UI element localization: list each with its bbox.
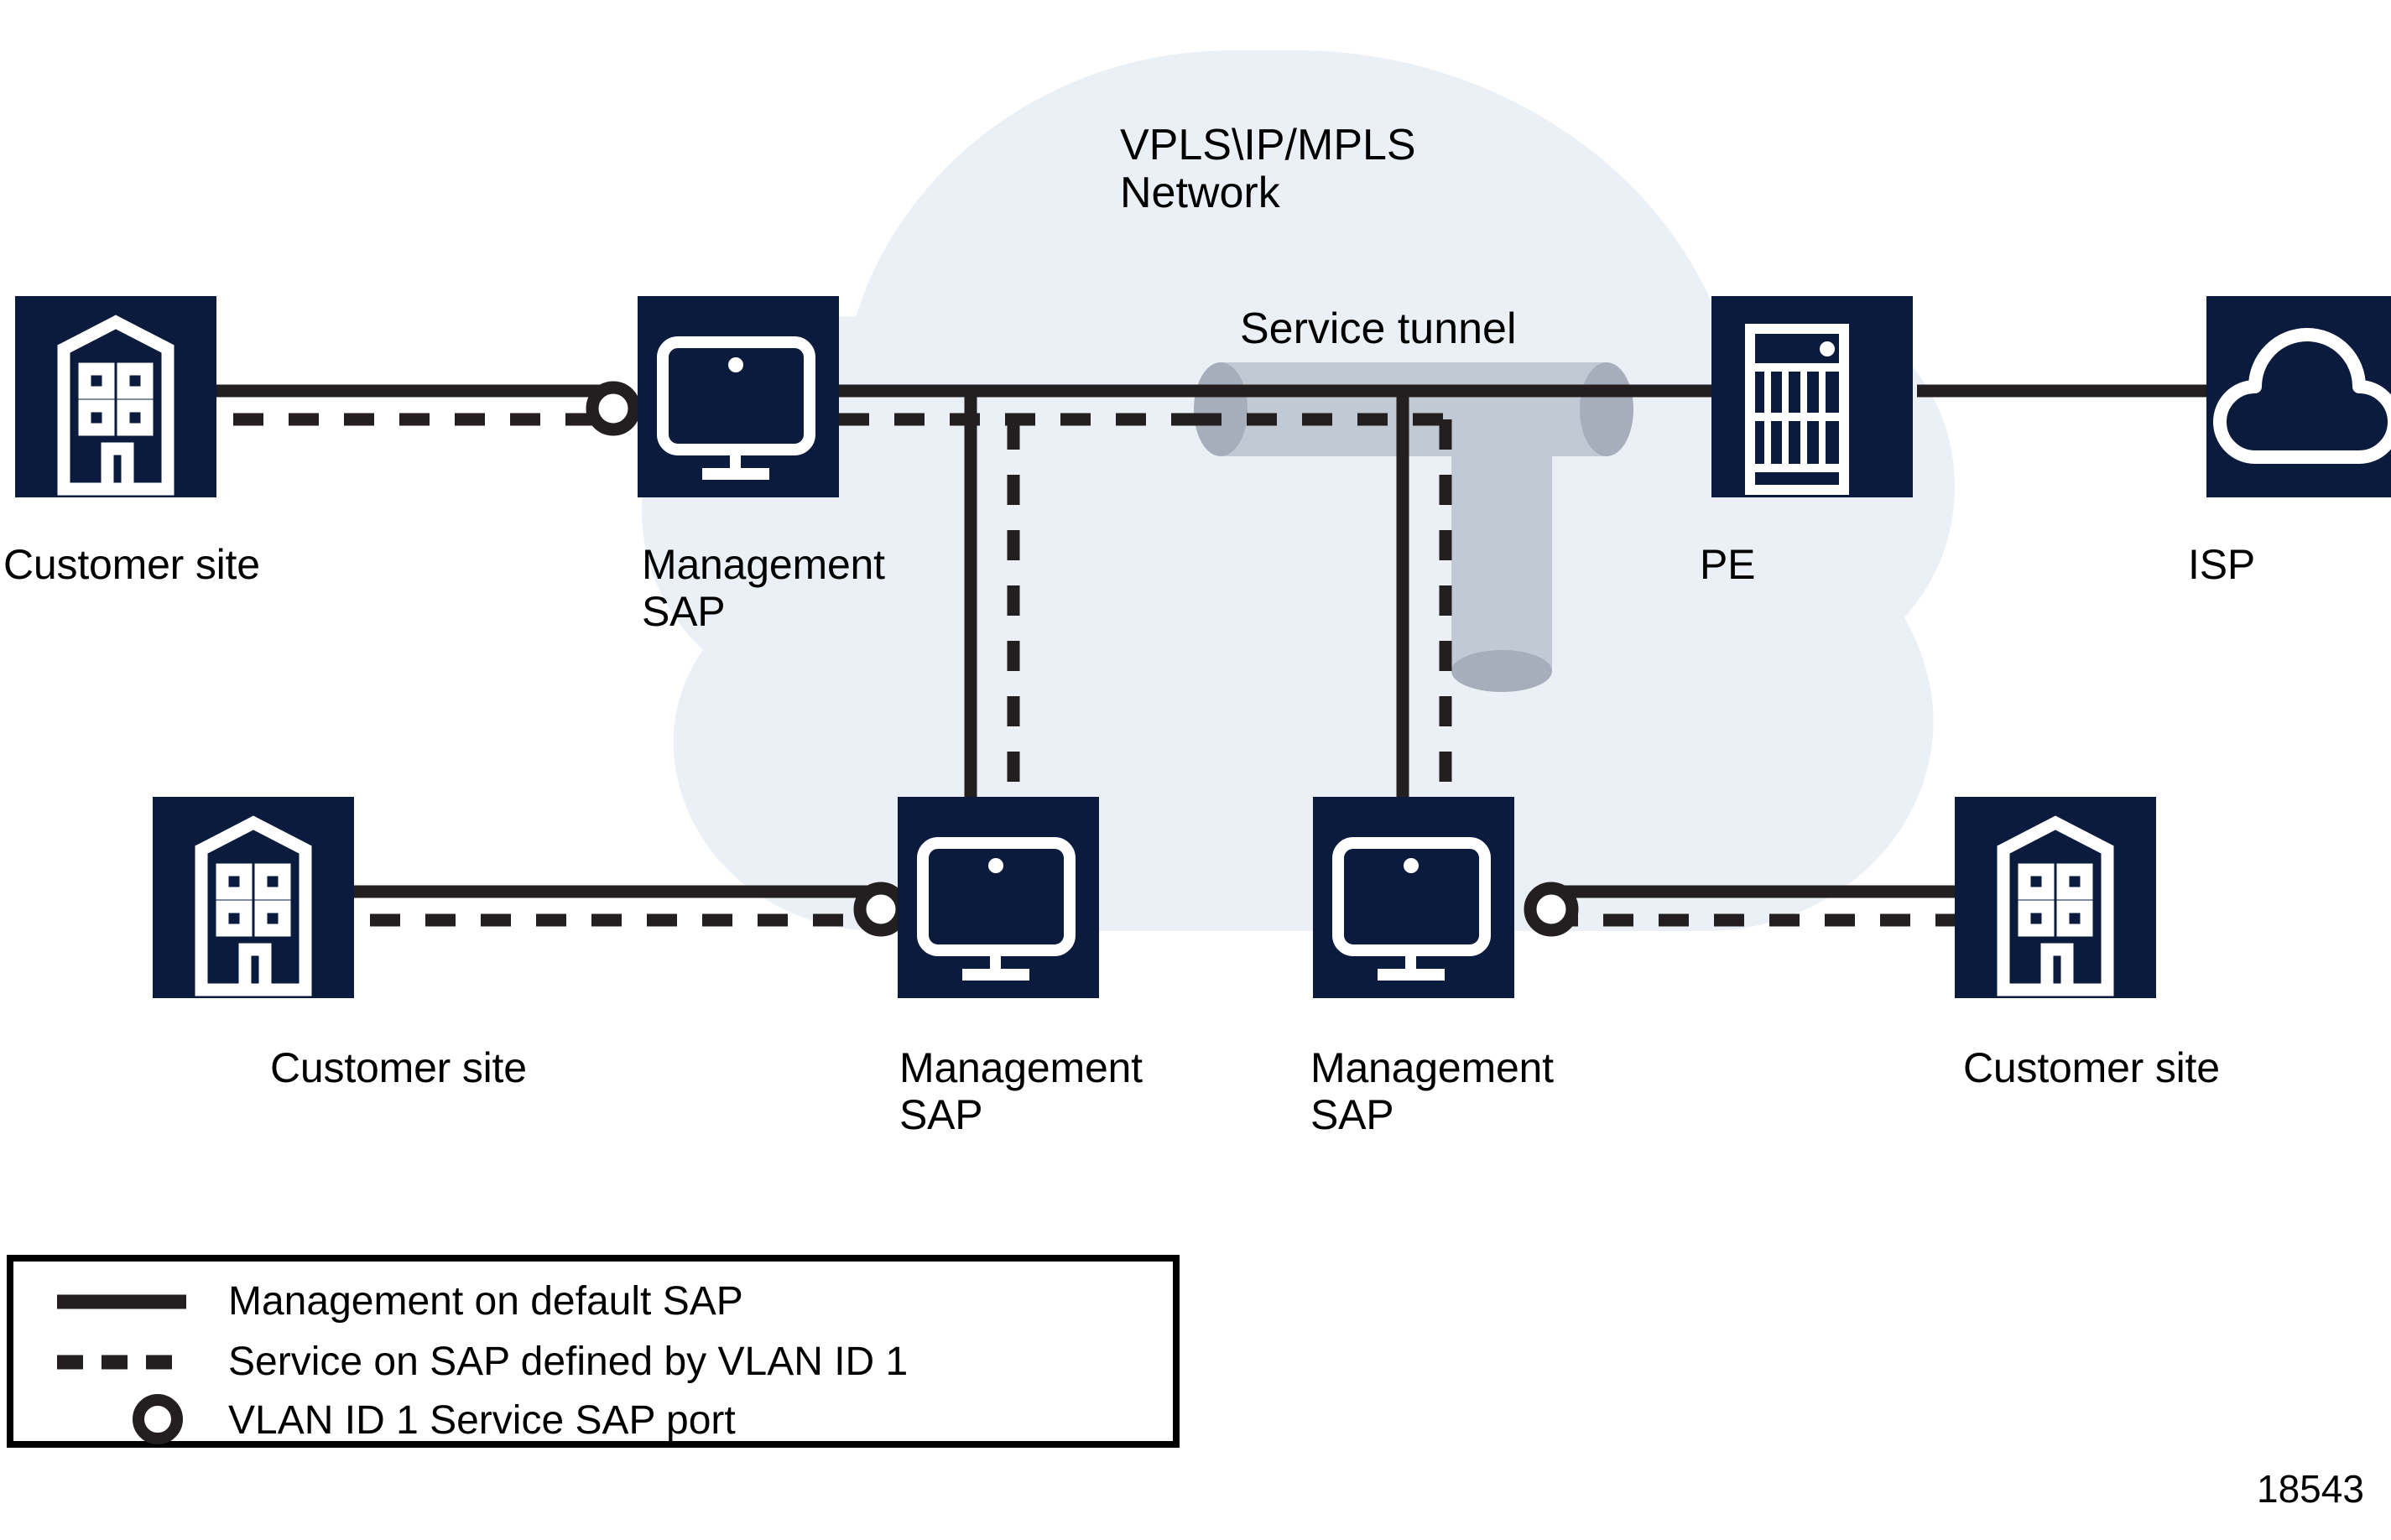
tunnel-right-cap: [1580, 362, 1633, 456]
sap-port-marker-row1-left[interactable]: [586, 381, 641, 436]
label-customer-site-top-left: Customer site: [3, 541, 260, 588]
legend-item-label-solid: Management on default SAP: [228, 1279, 743, 1324]
cloud-title: VPLS\IP/MPLS Network: [1120, 121, 1416, 218]
tunnel-vertical-cap: [1451, 650, 1552, 692]
diagram-canvas: VPLS\IP/MPLS Network Service tunnel Cust…: [0, 0, 2391, 1540]
node-pe-router[interactable]: [1711, 296, 1913, 497]
label-management-sap-bottom-mid: Management SAP: [1310, 1044, 1554, 1138]
node-management-sap-bottom-mid[interactable]: [1313, 797, 1514, 998]
label-management-sap-bottom-left: Management SAP: [899, 1044, 1143, 1138]
node-management-sap-bottom-left[interactable]: [898, 797, 1099, 998]
node-customer-site-top-left[interactable]: [15, 296, 216, 497]
node-customer-site-bottom-left[interactable]: [153, 797, 354, 998]
label-customer-site-bottom-right: Customer site: [1963, 1044, 2220, 1091]
legend-item-label-dashed: Service on SAP defined by VLAN ID 1: [228, 1340, 909, 1384]
node-management-sap-top-left[interactable]: [638, 296, 839, 497]
tunnel-left-cap: [1194, 362, 1248, 456]
figure-number: 18543: [2257, 1467, 2364, 1511]
label-customer-site-bottom-left: Customer site: [270, 1044, 527, 1091]
node-isp-cloud[interactable]: [2206, 296, 2391, 497]
label-pe-router: PE: [1700, 541, 1756, 588]
label-management-sap-top-left: Management SAP: [642, 541, 885, 635]
tunnel-horizontal-body: [1221, 362, 1607, 456]
sap-port-marker-row2-left[interactable]: [853, 882, 909, 937]
legend-item-label-circle: VLAN ID 1 Service SAP port: [228, 1398, 736, 1443]
service-tunnel-label: Service tunnel: [1240, 304, 1517, 353]
label-isp-cloud: ISP: [2188, 541, 2255, 588]
sap-port-marker-row2-right[interactable]: [1524, 882, 1579, 937]
node-customer-site-bottom-right[interactable]: [1955, 797, 2156, 998]
legend-symbol-circle-port: [133, 1394, 183, 1444]
